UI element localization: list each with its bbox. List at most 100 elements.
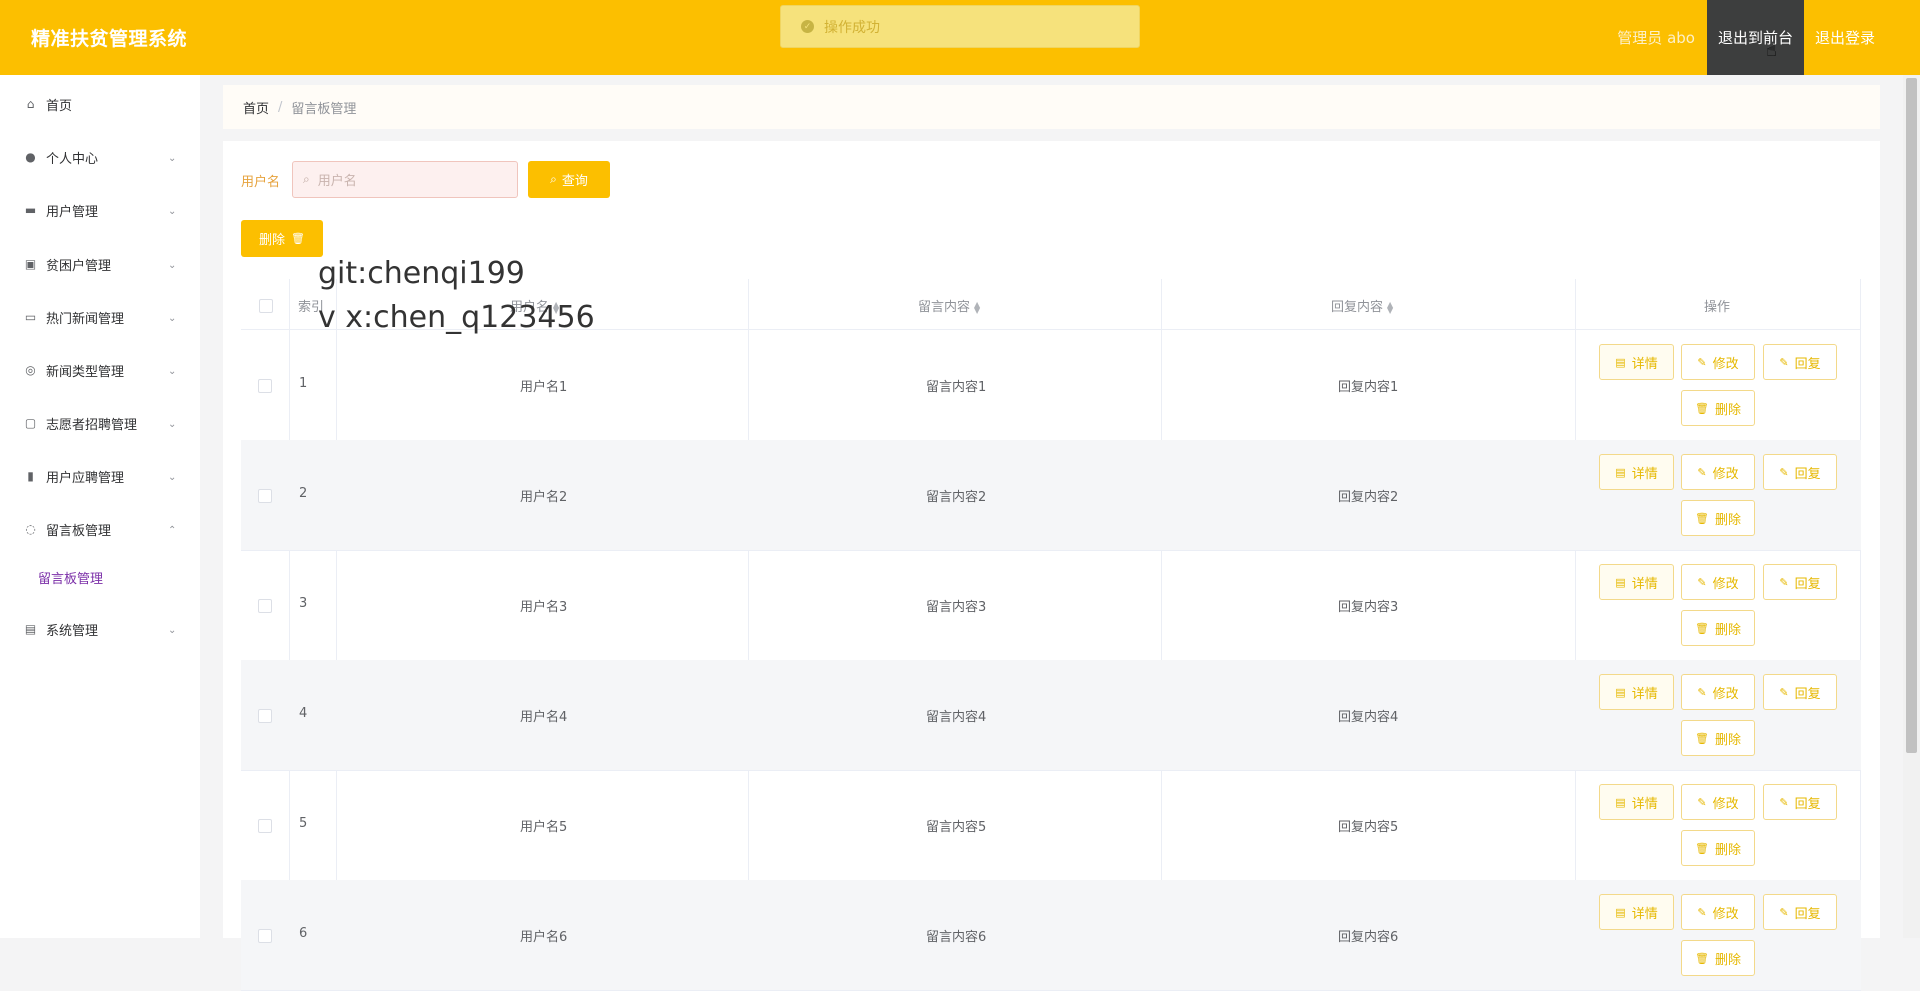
- column-header-label: 留言内容: [918, 300, 971, 315]
- row-reply: 回复内容1: [1338, 380, 1399, 395]
- delete-button-label: 删除: [1714, 512, 1741, 528]
- edit-icon: ✎: [1697, 355, 1707, 369]
- sidebar-item-news-type[interactable]: ◎ 新闻类型管理 ⌄: [0, 350, 200, 390]
- sidebar-item-label: 热门新闻管理: [46, 311, 125, 327]
- sidebar-subitem-message-board[interactable]: 留言板管理: [38, 568, 103, 587]
- column-header-reply[interactable]: 回复内容 ▲ ▼: [1331, 296, 1393, 315]
- row-reply: 回复内容5: [1338, 820, 1399, 835]
- edit-button-label: 修改: [1712, 576, 1739, 592]
- sidebar-item-home[interactable]: ⌂ 首页: [0, 84, 200, 124]
- column-header-message[interactable]: 留言内容 ▲ ▼: [918, 296, 980, 315]
- chevron-down-icon: ⌄: [168, 625, 177, 636]
- back-to-front-link[interactable]: 退出到前台: [1706, 0, 1804, 75]
- sidebar-item-poor-household[interactable]: ▣ 贫困户管理 ⌄: [0, 244, 200, 284]
- sidebar-item-user-management[interactable]: ▬ 用户管理 ⌄: [0, 190, 200, 230]
- delete-button[interactable]: 🗑 删除: [1681, 390, 1755, 426]
- search-icon: ⌕: [303, 172, 310, 186]
- trash-icon: 🗑: [291, 232, 305, 245]
- edit-icon: ✎: [1779, 465, 1789, 479]
- breadcrumb-home[interactable]: 首页: [243, 98, 269, 117]
- watermark-line: git:chenqi199: [318, 256, 525, 291]
- row-message: 留言内容5: [926, 820, 987, 835]
- search-icon: ⌕: [550, 172, 557, 186]
- sort-icon[interactable]: ▲ ▼: [974, 300, 980, 314]
- edit-icon: ✎: [1779, 355, 1789, 369]
- sidebar-item-hot-news[interactable]: ▭ 热门新闻管理 ⌄: [0, 297, 200, 337]
- reply-button[interactable]: ✎ 回复: [1763, 894, 1837, 930]
- delete-button-label: 删除: [1714, 952, 1741, 968]
- edit-icon: ✎: [1697, 905, 1707, 919]
- query-button-label: 查询: [561, 174, 588, 189]
- trash-icon: 🗑: [1695, 841, 1709, 855]
- chat-icon: ▢: [24, 416, 37, 430]
- edit-button[interactable]: ✎ 修改: [1681, 894, 1755, 930]
- detail-button[interactable]: ▤ 详情: [1599, 454, 1674, 490]
- row-index: 1: [299, 376, 308, 391]
- edit-icon: ✎: [1779, 575, 1789, 589]
- reply-button[interactable]: ✎ 回复: [1763, 344, 1837, 380]
- reply-button[interactable]: ✎ 回复: [1763, 674, 1837, 710]
- sidebar-item-user-application[interactable]: ▮ 用户应聘管理 ⌄: [0, 456, 200, 496]
- detail-button[interactable]: ▤ 详情: [1599, 784, 1674, 820]
- row-checkbox[interactable]: [258, 929, 272, 943]
- edit-button[interactable]: ✎ 修改: [1681, 454, 1755, 490]
- detail-button[interactable]: ▤ 详情: [1599, 564, 1674, 600]
- breadcrumb-separator: /: [278, 99, 283, 115]
- news-icon: ▭: [24, 310, 37, 324]
- row-checkbox[interactable]: [258, 599, 272, 613]
- edit-button[interactable]: ✎ 修改: [1681, 564, 1755, 600]
- edit-icon: ✎: [1779, 905, 1789, 919]
- detail-button-label: 详情: [1631, 576, 1658, 592]
- edit-button[interactable]: ✎ 修改: [1681, 674, 1755, 710]
- clipboard-check-icon: ▤: [24, 622, 37, 636]
- reply-button[interactable]: ✎ 回复: [1763, 784, 1837, 820]
- edit-button[interactable]: ✎ 修改: [1681, 784, 1755, 820]
- edit-button-label: 修改: [1712, 356, 1739, 372]
- detail-button[interactable]: ▤ 详情: [1599, 894, 1674, 930]
- sidebar-item-personal-center[interactable]: ● 个人中心 ⌄: [0, 137, 200, 177]
- document-icon: ▤: [1615, 465, 1626, 479]
- edit-icon: ✎: [1697, 795, 1707, 809]
- search-input[interactable]: ⌕ 用户名: [292, 161, 518, 198]
- reply-button[interactable]: ✎ 回复: [1763, 454, 1837, 490]
- row-message: 留言内容2: [926, 490, 987, 505]
- home-icon: ⌂: [26, 97, 35, 111]
- edit-button[interactable]: ✎ 修改: [1681, 344, 1755, 380]
- search-label: 用户名: [241, 175, 281, 190]
- reply-button-label: 回复: [1794, 576, 1821, 592]
- edit-button-label: 修改: [1712, 686, 1739, 702]
- delete-button[interactable]: 🗑 删除: [1681, 610, 1755, 646]
- sort-icon[interactable]: ▲ ▼: [1387, 300, 1393, 314]
- row-checkbox[interactable]: [258, 709, 272, 723]
- chevron-down-icon: ⌄: [168, 472, 177, 483]
- row-checkbox[interactable]: [258, 379, 272, 393]
- edit-button-label: 修改: [1712, 466, 1739, 482]
- logout-link[interactable]: 退出登录: [1804, 0, 1920, 75]
- reply-button-label: 回复: [1794, 906, 1821, 922]
- sidebar-item-label: 留言板管理: [46, 523, 112, 539]
- batch-delete-button[interactable]: 删除 🗑: [241, 220, 323, 257]
- select-all-checkbox[interactable]: [259, 299, 273, 313]
- scrollbar-thumb[interactable]: [1906, 78, 1917, 753]
- detail-button[interactable]: ▤ 详情: [1599, 344, 1674, 380]
- sidebar-item-message-board[interactable]: ◌ 留言板管理 ⌃: [0, 509, 200, 549]
- delete-button[interactable]: 🗑 删除: [1681, 830, 1755, 866]
- row-checkbox[interactable]: [258, 489, 272, 503]
- query-button[interactable]: ⌕ 查询: [528, 161, 610, 198]
- app-title: 精准扶贫管理系统: [31, 28, 188, 50]
- detail-button[interactable]: ▤ 详情: [1599, 674, 1674, 710]
- delete-button[interactable]: 🗑 删除: [1681, 500, 1755, 536]
- edit-button-label: 修改: [1712, 906, 1739, 922]
- column-header-actions: 操作: [1704, 300, 1731, 315]
- detail-button-label: 详情: [1631, 796, 1658, 812]
- sidebar-item-label: 用户管理: [46, 204, 99, 220]
- delete-button[interactable]: 🗑 删除: [1681, 940, 1755, 976]
- sidebar-item-volunteer[interactable]: ▢ 志愿者招聘管理 ⌄: [0, 403, 200, 443]
- delete-button-label: 删除: [1714, 732, 1741, 748]
- row-index: 2: [299, 486, 308, 501]
- sidebar-item-system[interactable]: ▤ 系统管理 ⌄: [0, 609, 200, 649]
- row-checkbox[interactable]: [258, 819, 272, 833]
- delete-button[interactable]: 🗑 删除: [1681, 720, 1755, 756]
- chevron-down-icon: ⌄: [168, 153, 177, 164]
- reply-button[interactable]: ✎ 回复: [1763, 564, 1837, 600]
